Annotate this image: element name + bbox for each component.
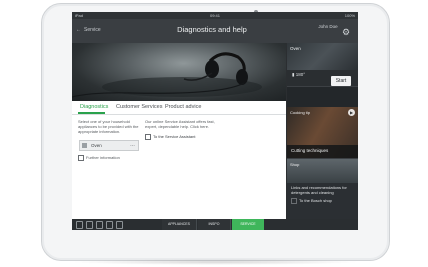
- bottom-toolbar: [72, 219, 162, 230]
- external-link-icon: [145, 134, 151, 140]
- nav-inspo[interactable]: INSPO: [198, 219, 231, 230]
- bosch-shop-link[interactable]: To the Bosch shop: [291, 198, 332, 204]
- toolbar-icon-5[interactable]: [116, 221, 123, 229]
- user-name[interactable]: John Doe: [318, 24, 338, 29]
- toolbar-icon-4[interactable]: [106, 221, 113, 229]
- appliance-value: Oven: [91, 143, 102, 148]
- back-button[interactable]: ← Service: [76, 27, 101, 33]
- external-link-icon: [78, 155, 84, 161]
- service-description: Our online Service Assistant offers fast…: [145, 119, 215, 129]
- further-information-link[interactable]: Further information: [78, 155, 120, 161]
- diagnostics-instruction: Select one of your household appliances …: [78, 119, 139, 134]
- gear-icon[interactable]: ⚙: [341, 27, 351, 37]
- shop-card[interactable]: Shop Links and recommendations for deter…: [287, 159, 358, 219]
- bosch-shop-label: To the Bosch shop: [299, 198, 332, 204]
- external-link-icon: [291, 198, 297, 204]
- toolbar-icon-3[interactable]: [96, 221, 103, 229]
- headset-illustration: [72, 52, 262, 98]
- status-battery: 100%: [344, 13, 355, 18]
- cooking-caption: Cutting techniques: [287, 145, 358, 158]
- tab-bar: Diagnostics Customer Services Product ad…: [72, 101, 286, 115]
- tab-diagnostics[interactable]: Diagnostics: [80, 104, 108, 110]
- status-bar: iPad 09:41 100%: [72, 12, 358, 19]
- oven-card[interactable]: Oven ▮ 180° Start: [287, 43, 358, 87]
- status-time: 09:41: [209, 13, 220, 18]
- active-tab-indicator: [78, 112, 105, 114]
- shop-label: Shop: [290, 162, 300, 167]
- toolbar-icon-2[interactable]: [86, 221, 93, 229]
- cooking-tip-label: Cooking tip: [290, 110, 311, 115]
- back-label: Service: [84, 27, 101, 33]
- app-header: ← Service Diagnostics and help John Doe ⚙: [72, 19, 358, 43]
- appliance-select[interactable]: Oven …: [79, 140, 139, 151]
- back-arrow-icon: ←: [76, 27, 81, 33]
- shop-description: Links and recommendations for detergents…: [291, 185, 347, 195]
- hero-image: [72, 43, 286, 101]
- further-information-label: Further information: [86, 155, 120, 161]
- oven-card-label: Oven: [290, 46, 301, 51]
- tab-customer-services[interactable]: Customer Services: [116, 104, 162, 110]
- play-icon[interactable]: ▶: [348, 109, 355, 116]
- oven-temperature: ▮ 180°: [292, 72, 305, 78]
- tablet-shadow: [70, 259, 360, 265]
- start-button[interactable]: Start: [331, 76, 351, 86]
- service-assistant-link[interactable]: To the Service Assistant: [145, 134, 195, 140]
- oven-temperature-value: 180°: [295, 72, 306, 77]
- service-assistant-label: To the Service Assistant: [153, 134, 196, 140]
- appliance-icon: [82, 143, 87, 148]
- thermometer-icon: ▮: [292, 72, 295, 77]
- page-title: Diagnostics and help: [177, 25, 247, 34]
- ellipsis-icon: …: [130, 142, 135, 148]
- app-screen: iPad 09:41 100% ← Service Diagnostics and…: [72, 12, 358, 230]
- cooking-tip-card[interactable]: Cooking tip ▶ Cutting techniques: [287, 107, 358, 159]
- toolbar-icon-1[interactable]: [76, 221, 83, 229]
- bottom-nav: APPLIANCES INSPO SERVICE: [162, 219, 358, 230]
- tab-product-advice[interactable]: Product advice: [165, 104, 201, 110]
- right-panel: Oven ▮ 180° Start Cooking tip ▶ Cutting …: [287, 43, 358, 219]
- nav-appliances[interactable]: APPLIANCES: [162, 219, 197, 230]
- nav-service[interactable]: SERVICE: [232, 219, 264, 230]
- tab-content: Select one of your household appliances …: [72, 115, 286, 219]
- cooking-caption-text: Cutting techniques: [291, 148, 329, 153]
